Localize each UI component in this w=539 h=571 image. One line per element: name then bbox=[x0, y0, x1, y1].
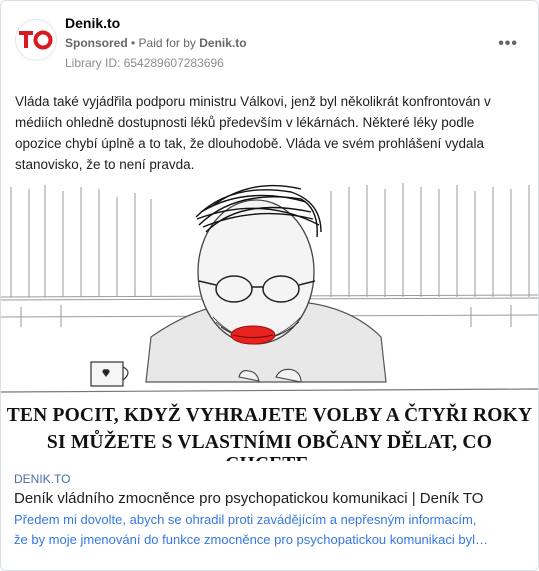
sponsored-label: Sponsored bbox=[65, 36, 128, 50]
link-title[interactable]: Deník vládního zmocněnce pro psychopatic… bbox=[14, 490, 483, 507]
paid-for-prefix: • Paid for by bbox=[131, 36, 196, 50]
ad-card: Denik.to Sponsored • Paid for by Denik.t… bbox=[0, 0, 539, 571]
link-domain: DENIK.TO bbox=[14, 472, 71, 486]
post-text: Vláda také vyjádřila podporu ministru Vá… bbox=[15, 94, 491, 172]
link-preview[interactable]: DENIK.TO Deník vládního zmocněnce pro ps… bbox=[1, 463, 538, 570]
ad-image[interactable]: TEN POCIT, KDYŽ VYHRAJETE VOLBY A ČTYŘI … bbox=[1, 177, 538, 461]
page-logo[interactable] bbox=[15, 19, 57, 61]
paid-for-by[interactable]: Denik.to bbox=[199, 36, 246, 50]
caption-line-1: TEN POCIT, KDYŽ VYHRAJETE VOLBY A ČTYŘI … bbox=[6, 405, 533, 426]
link-description-line-2: že by moje jmenování do funkce zmocněnce… bbox=[14, 532, 489, 547]
cartoon-illustration bbox=[1, 183, 538, 393]
sponsored-line: Sponsored • Paid for by Denik.to bbox=[65, 36, 247, 50]
ad-header: Denik.to Sponsored • Paid for by Denik.t… bbox=[15, 15, 524, 71]
ellipsis-icon[interactable]: ••• bbox=[498, 35, 518, 53]
denik-to-logo-icon bbox=[19, 30, 53, 50]
link-description-line-1: Předem mi dovolte, abych se ohradil prot… bbox=[14, 512, 477, 527]
link-description: Předem mi dovolte, abych se ohradil prot… bbox=[14, 510, 524, 550]
library-id: Library ID: 654289607283696 bbox=[65, 56, 224, 70]
caption-line-2: SI MŮŽETE S VLASTNÍMI OBČANY DĚLAT, CO C… bbox=[46, 432, 493, 461]
page-name[interactable]: Denik.to bbox=[65, 15, 120, 31]
